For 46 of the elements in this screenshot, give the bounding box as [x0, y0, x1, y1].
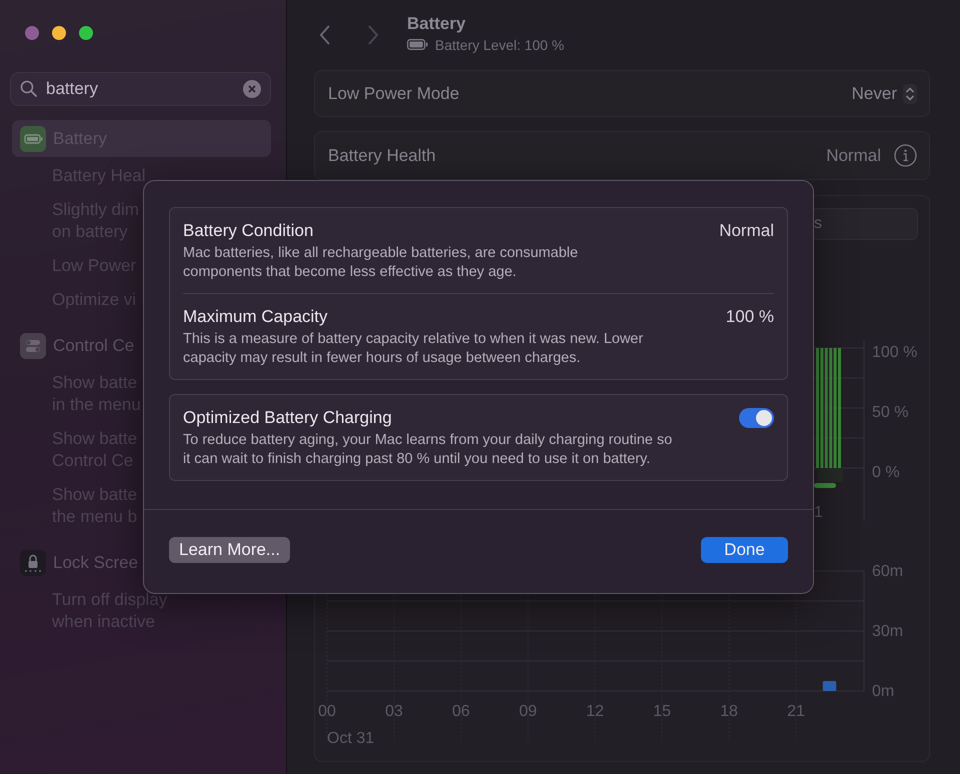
setting-label: Battery Health	[328, 146, 436, 166]
axis-label: 03	[385, 703, 403, 720]
axis-label: 12	[586, 703, 604, 720]
stepper-icon	[903, 84, 917, 104]
battery-icon	[407, 39, 428, 50]
axis-label: 0m	[872, 683, 894, 700]
axis-label: 60m	[872, 563, 904, 580]
close-window-button[interactable]	[25, 26, 39, 40]
axis-label: 09	[519, 703, 537, 720]
info-icon[interactable]	[894, 144, 917, 167]
item-description: This is a measure of battery capacity relative to when it was new. Lower capacity may result in fewer hours of usage between charges.	[183, 330, 644, 368]
axis-label: 18	[720, 703, 738, 720]
usage-bar	[822, 681, 836, 691]
battery-icon	[20, 126, 46, 152]
axis-title: Oct 31	[327, 730, 374, 747]
search-icon	[20, 80, 37, 97]
battery-level-text: Battery Level: 100 %	[435, 36, 564, 52]
done-button[interactable]: Done	[701, 537, 788, 563]
axis-label: 50 %	[872, 404, 908, 421]
axis-label: 30m	[872, 623, 904, 640]
minimize-window-button[interactable]	[52, 26, 66, 40]
axis-label: 21	[787, 703, 805, 720]
page-title: Battery	[407, 14, 467, 34]
item-title: Battery Condition	[183, 221, 314, 241]
clear-icon[interactable]	[243, 80, 261, 98]
setting-value: Normal	[826, 146, 881, 166]
item-value: 100 %	[726, 307, 774, 327]
toggles-icon	[20, 332, 46, 358]
item-title: Optimized Battery Charging	[183, 408, 392, 428]
axis-label: 0 %	[872, 464, 900, 481]
axis-label: 00	[318, 703, 336, 720]
axis-label: 06	[452, 703, 470, 720]
learn-more-button[interactable]: Learn More...	[169, 537, 290, 563]
setting-label: Low Power Mode	[328, 84, 460, 104]
zoom-window-button[interactable]	[79, 26, 93, 40]
popup-button[interactable]: Never	[852, 84, 917, 104]
search-field[interactable]: battery	[10, 72, 271, 106]
lock-icon	[20, 550, 46, 576]
axis-label: 15	[653, 703, 671, 720]
axis-label: 100 %	[872, 344, 918, 361]
item-description: To reduce battery aging, your Mac learns from your daily charging routine so it can wait to finish charging past 80 % until you need to use it on battery.	[183, 431, 674, 469]
item-description: Mac batteries, like all rechargeable batteries, are consumable components that become less effective as they age.	[183, 244, 579, 282]
item-title: Maximum Capacity	[183, 307, 328, 327]
toggle-switch[interactable]	[739, 408, 774, 428]
back-icon[interactable]	[318, 24, 332, 46]
item-value: Normal	[719, 221, 774, 241]
